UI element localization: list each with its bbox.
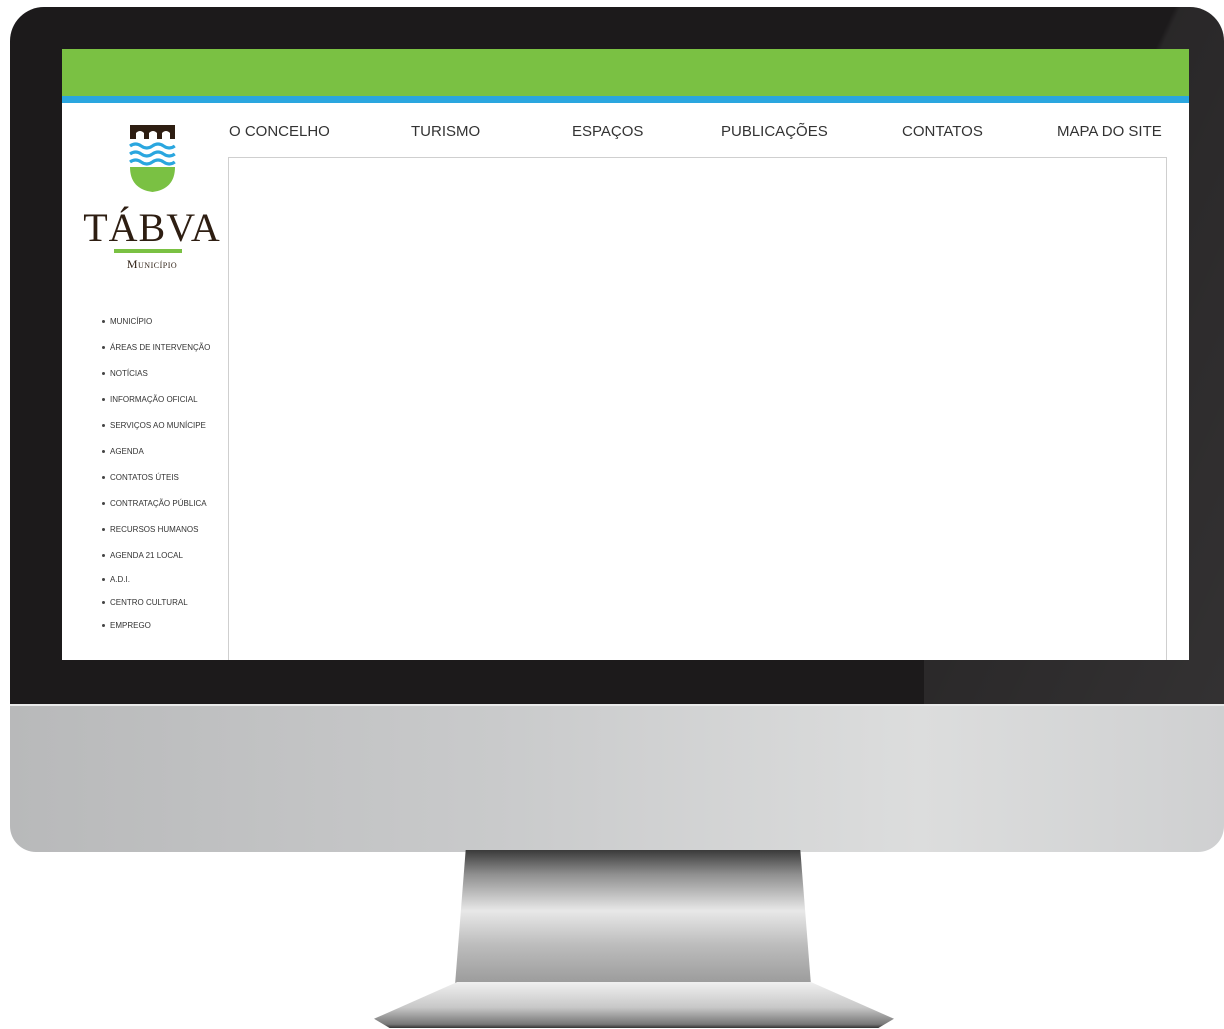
header-blue-stripe	[62, 96, 1189, 103]
side-item-label: A.D.I.	[110, 575, 131, 584]
bullet-icon	[102, 601, 105, 605]
nav-o-concelho[interactable]: O CONCELHO	[229, 123, 330, 140]
top-navigation: O CONCELHO TURISMO ESPAÇOS PUBLICAÇÕES C…	[229, 123, 1169, 143]
side-item-recursos-humanos[interactable]: RECURSOS HUMANOS	[102, 525, 198, 534]
nav-contatos[interactable]: CONTATOS	[902, 123, 983, 140]
side-item-emprego[interactable]: EMPREGO	[102, 621, 151, 630]
side-item-label: NOTÍCIAS	[110, 369, 148, 378]
bullet-icon	[102, 398, 105, 402]
bullet-icon	[102, 578, 105, 582]
side-item-agenda-21-local[interactable]: AGENDA 21 LOCAL	[102, 551, 183, 560]
nav-turismo[interactable]: TURISMO	[411, 123, 480, 140]
monitor-stand-base	[374, 982, 894, 1028]
main-content-area	[228, 157, 1167, 660]
side-item-agenda[interactable]: AGENDA	[102, 447, 144, 456]
nav-mapa-do-site[interactable]: MAPA DO SITE	[1057, 123, 1162, 140]
bullet-icon	[102, 320, 105, 324]
bullet-icon	[102, 528, 105, 532]
side-item-contratacao-publica[interactable]: CONTRATAÇÃO PÚBLICA	[102, 499, 207, 508]
side-item-label: CONTRATAÇÃO PÚBLICA	[110, 499, 207, 508]
side-item-label: CENTRO CULTURAL	[110, 598, 188, 607]
side-item-label: RECURSOS HUMANOS	[110, 525, 199, 534]
side-item-label: AGENDA	[110, 447, 144, 456]
bullet-icon	[102, 554, 105, 558]
side-item-label: INFORMAÇÃO OFICIAL	[110, 395, 198, 404]
bullet-icon	[102, 450, 105, 454]
side-item-municipio[interactable]: MUNICÍPIO	[102, 317, 152, 326]
municipal-crest-icon	[129, 125, 176, 192]
bullet-icon	[102, 372, 105, 376]
side-item-label: MUNICÍPIO	[110, 317, 153, 326]
side-item-centro-cultural[interactable]: CENTRO CULTURAL	[102, 598, 188, 607]
nav-espacos[interactable]: ESPAÇOS	[572, 123, 643, 140]
side-item-label: EMPREGO	[110, 621, 151, 630]
side-item-label: AGENDA 21 LOCAL	[110, 551, 183, 560]
nav-publicacoes[interactable]: PUBLICAÇÕES	[721, 123, 828, 140]
bullet-icon	[102, 624, 105, 628]
side-item-label: CONTATOS ÚTEIS	[110, 473, 179, 482]
bullet-icon	[102, 346, 105, 350]
header-green-bar	[62, 49, 1189, 96]
side-item-areas-de-intervencao[interactable]: ÁREAS DE INTERVENÇÃO	[102, 343, 210, 352]
site-logo[interactable]: TÁBVA Município	[72, 119, 232, 279]
side-item-contatos-uteis[interactable]: CONTATOS ÚTEIS	[102, 473, 179, 482]
side-item-noticias[interactable]: NOTÍCIAS	[102, 369, 148, 378]
side-item-servicos-ao-municipe[interactable]: SERVIÇOS AO MUNÍCIPE	[102, 421, 206, 430]
logo-divider	[114, 249, 182, 253]
logo-name: TÁBVA	[83, 205, 221, 250]
bullet-icon	[102, 502, 105, 506]
monitor-stand-neck	[455, 850, 811, 985]
bullet-icon	[102, 424, 105, 428]
side-item-label: SERVIÇOS AO MUNÍCIPE	[110, 421, 206, 430]
logo-subtitle: Município	[126, 257, 178, 271]
side-item-label: ÁREAS DE INTERVENÇÃO	[110, 343, 211, 352]
website-screen: TÁBVA Município O CONCELHO TURISMO ESPAÇ…	[62, 49, 1189, 660]
side-item-adi[interactable]: A.D.I.	[102, 575, 130, 584]
bullet-icon	[102, 476, 105, 480]
side-item-informacao-oficial[interactable]: INFORMAÇÃO OFICIAL	[102, 395, 198, 404]
monitor-chin	[10, 704, 1224, 852]
